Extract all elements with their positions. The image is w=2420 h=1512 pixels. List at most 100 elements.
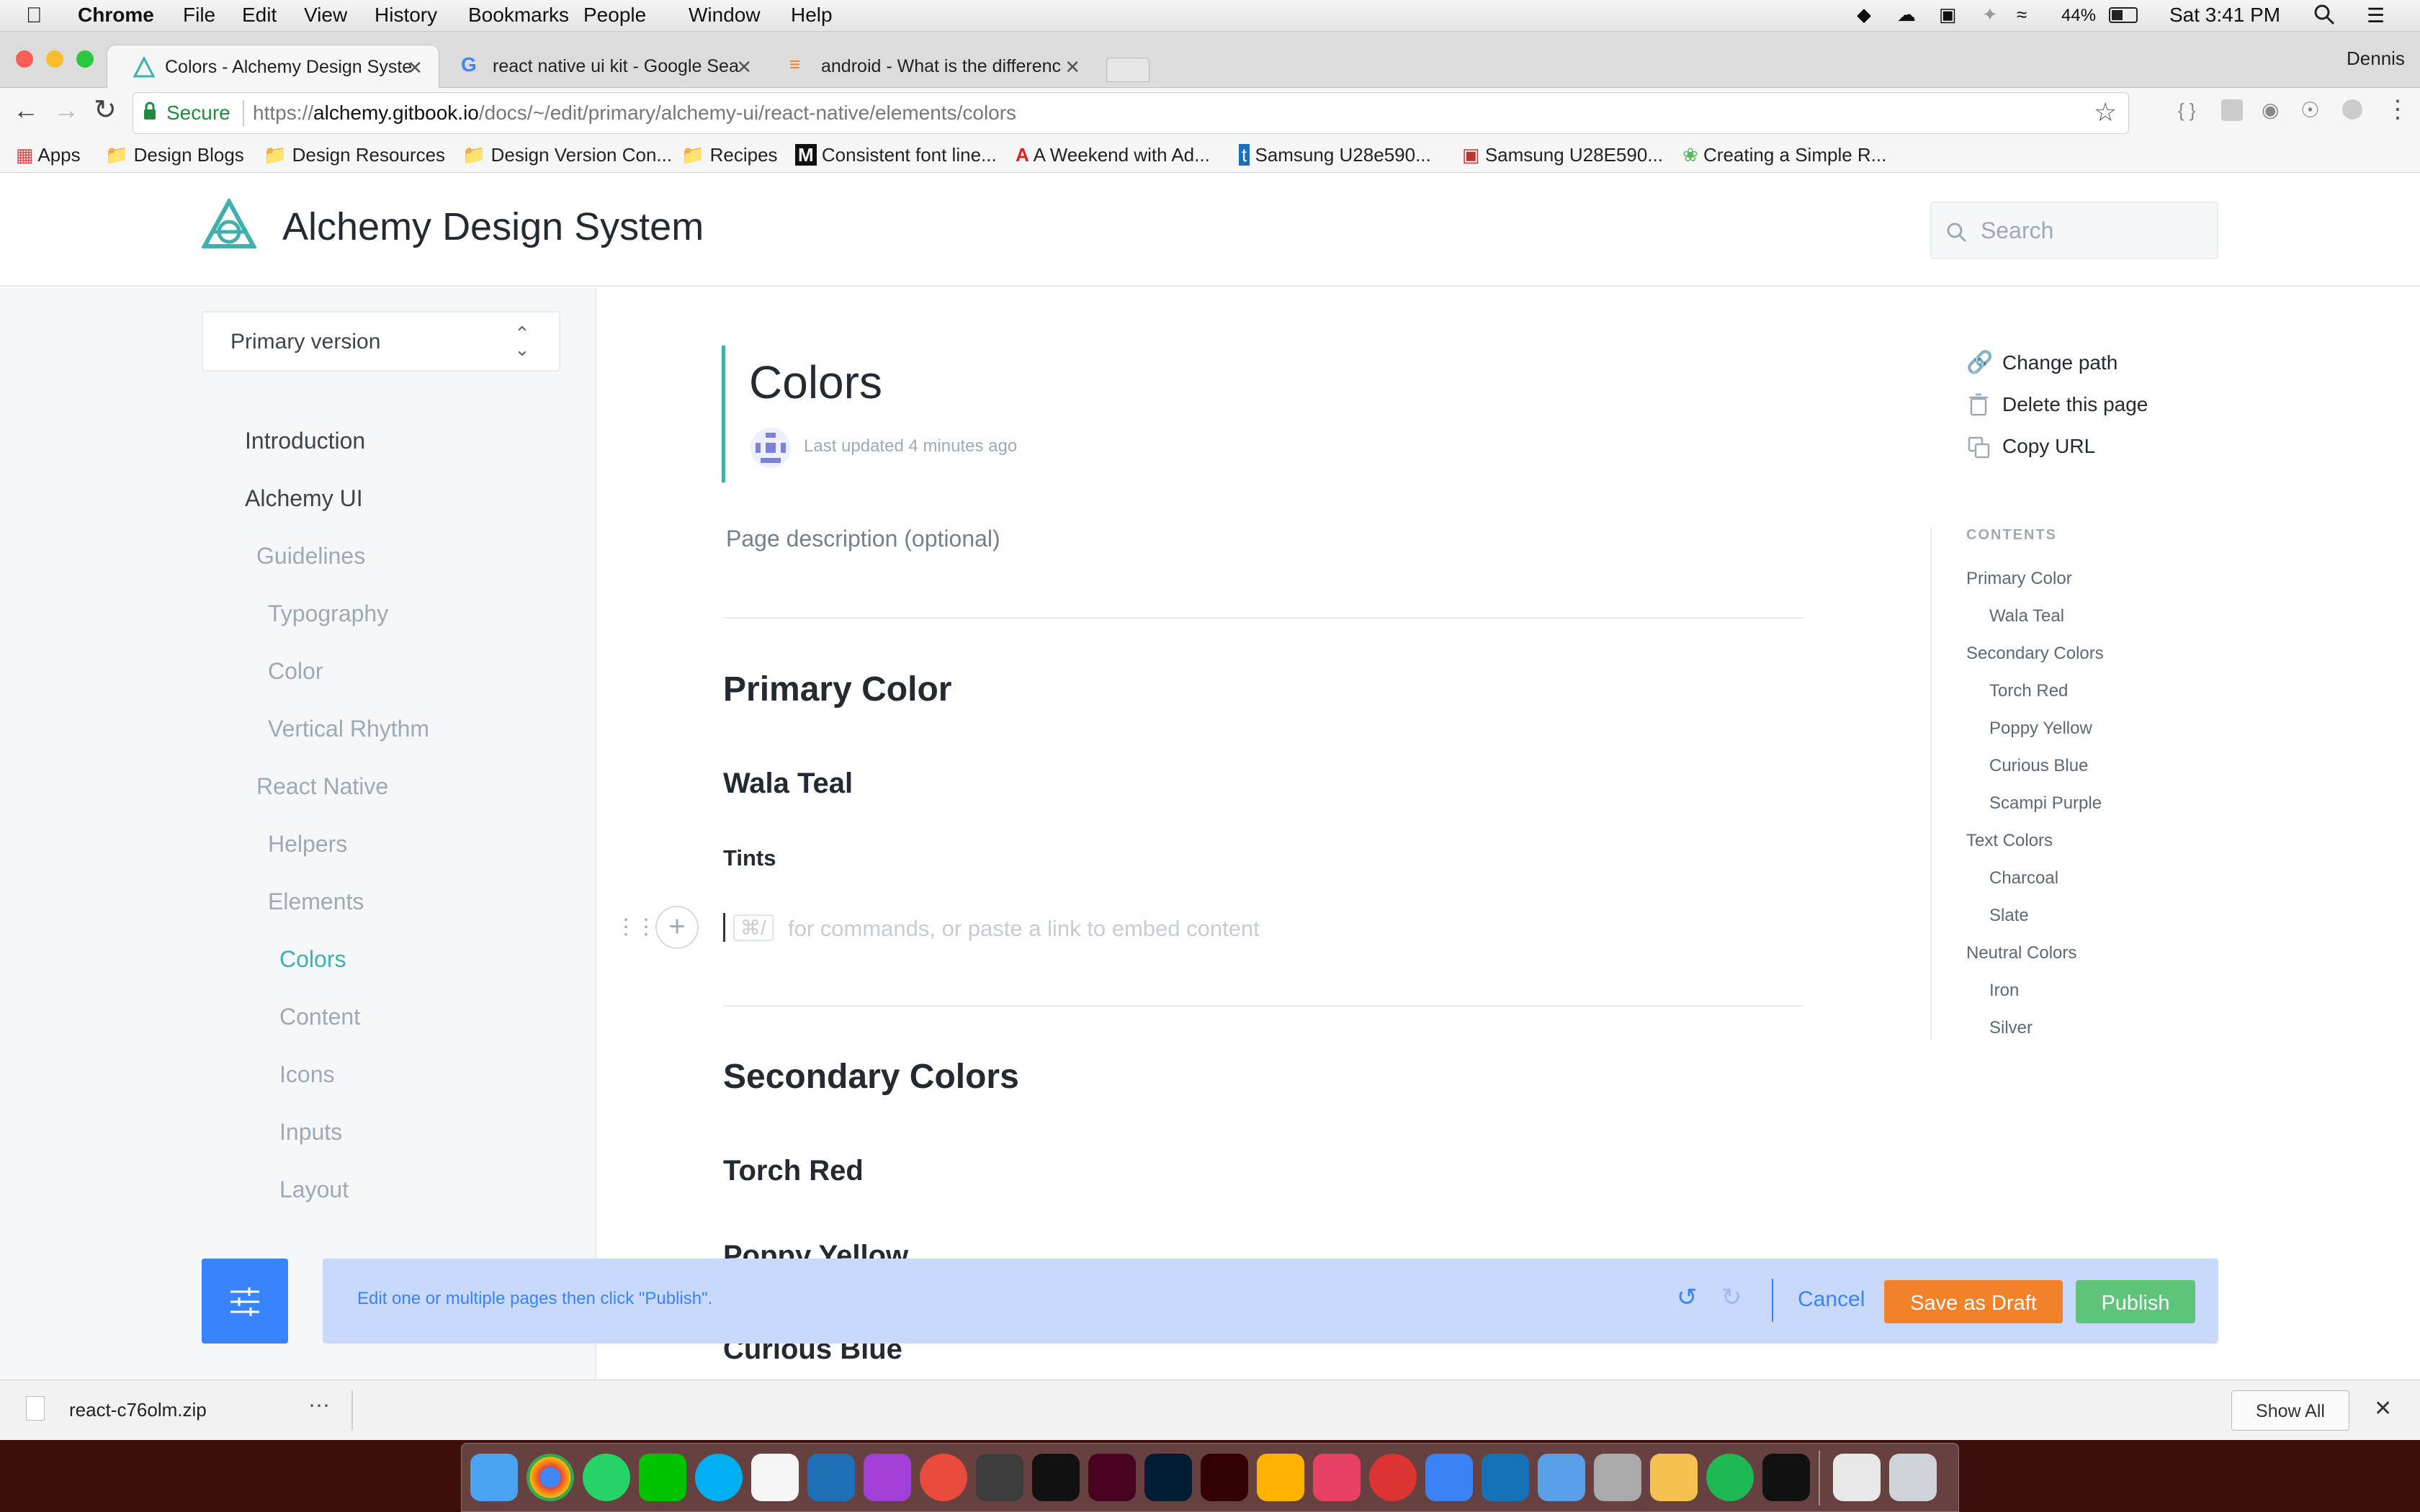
toc-charcoal[interactable]: Charcoal: [1989, 868, 2058, 888]
clock[interactable]: Sat 3:41 PM: [2169, 4, 2280, 27]
editor-settings-button[interactable]: [202, 1259, 288, 1344]
version-select[interactable]: Primary version ⌃ ⌄: [202, 311, 560, 372]
heading-primary-color[interactable]: Primary Color: [723, 670, 951, 709]
nav-colors[interactable]: Colors: [279, 946, 346, 973]
menu-app-name[interactable]: Chrome: [78, 4, 154, 27]
spotlight-icon[interactable]: [2313, 4, 2335, 30]
page-title[interactable]: Colors: [749, 356, 882, 409]
nav-introduction[interactable]: Introduction: [245, 428, 365, 454]
menu-people[interactable]: People: [583, 4, 646, 27]
profile-name[interactable]: Dennis: [2347, 48, 2405, 70]
page-description[interactable]: Page description (optional): [726, 526, 1000, 552]
bluetooth-icon[interactable]: ✦: [1982, 4, 1998, 26]
editor-empty-block[interactable]: ⌘/ for commands, or paste a link to embe…: [723, 909, 1803, 948]
photoshop-icon[interactable]: [1144, 1454, 1192, 1501]
zoom-window-button[interactable]: [76, 50, 94, 68]
insert-block-button[interactable]: +: [655, 906, 699, 949]
nav-content[interactable]: Content: [279, 1004, 360, 1030]
menu-help[interactable]: Help: [791, 4, 833, 27]
download-more-icon[interactable]: ⋯: [308, 1393, 330, 1418]
nav-react-native[interactable]: React Native: [256, 773, 388, 800]
slack-s-icon[interactable]: [1313, 1454, 1361, 1501]
nav-helpers[interactable]: Helpers: [268, 831, 347, 858]
menu-bookmarks[interactable]: Bookmarks: [468, 4, 569, 27]
phpstorm-icon[interactable]: [864, 1454, 911, 1501]
dropbox-icon[interactable]: ◆: [1857, 4, 1871, 26]
extension-icon[interactable]: [2221, 99, 2243, 121]
trash-icon[interactable]: [1889, 1454, 1937, 1501]
line-icon[interactable]: [639, 1454, 686, 1501]
extension-json-icon[interactable]: { }: [2178, 99, 2196, 122]
sublime-icon[interactable]: [976, 1454, 1023, 1501]
tab-stackoverflow[interactable]: ≡ android - What is the differenc ✕: [763, 45, 1096, 88]
nav-vertical-rhythm[interactable]: Vertical Rhythm: [268, 716, 429, 742]
calculator-icon[interactable]: [1594, 1454, 1641, 1501]
toc-neutral-colors[interactable]: Neutral Colors: [1966, 943, 2076, 963]
drag-handle-icon[interactable]: ⋮⋮: [615, 914, 657, 940]
downloads-stack-icon[interactable]: [1833, 1454, 1881, 1501]
redo-icon[interactable]: ↻: [1721, 1283, 1742, 1312]
bookmark-apps[interactable]: ▦ Apps: [16, 144, 81, 166]
show-all-button[interactable]: Show All: [2231, 1390, 2349, 1431]
menu-view[interactable]: View: [304, 4, 347, 27]
chrome-icon[interactable]: [526, 1454, 574, 1501]
undo-icon[interactable]: ↺: [1677, 1283, 1698, 1312]
cancel-button[interactable]: Cancel: [1798, 1287, 1865, 1312]
terminal-icon[interactable]: [1032, 1454, 1080, 1501]
heading-torch-red[interactable]: Torch Red: [723, 1155, 864, 1187]
chrome-menu-icon[interactable]: ⋮: [2385, 95, 2410, 124]
menu-window[interactable]: Window: [689, 4, 761, 27]
toc-silver[interactable]: Silver: [1989, 1018, 2033, 1038]
finder-icon[interactable]: [470, 1454, 518, 1501]
toc-curious-blue[interactable]: Curious Blue: [1989, 756, 2088, 776]
save-draft-button[interactable]: Save as Draft: [1884, 1280, 2063, 1323]
nav-icons[interactable]: Icons: [279, 1061, 334, 1088]
toc-torch-red[interactable]: Torch Red: [1989, 681, 2068, 701]
notification-center-icon[interactable]: ☰: [2367, 4, 2385, 27]
nav-typography[interactable]: Typography: [268, 600, 388, 627]
illustrator-icon[interactable]: [1201, 1454, 1248, 1501]
wifi-icon[interactable]: ≈: [2017, 4, 2027, 26]
bookmark-consistent-font[interactable]: M Consistent font line...: [795, 144, 997, 166]
back-icon[interactable]: ←: [13, 95, 39, 125]
delete-page-action[interactable]: Delete this page: [1963, 390, 2251, 419]
toc-wala-teal[interactable]: Wala Teal: [1989, 606, 2064, 626]
spotify-icon[interactable]: [1706, 1454, 1754, 1501]
airmail-icon[interactable]: [1425, 1454, 1473, 1501]
download-filename[interactable]: react-c76olm.zip: [69, 1399, 207, 1421]
whatsapp-icon[interactable]: [583, 1454, 630, 1501]
close-tab-icon[interactable]: ✕: [1065, 56, 1080, 78]
bookmark-folder-design-blogs[interactable]: 📁 Design Blogs: [105, 144, 244, 166]
cascade-icon[interactable]: [1482, 1454, 1529, 1501]
heading-poppy-yellow[interactable]: Poppy Yellow: [723, 1240, 908, 1259]
copy-url-action[interactable]: Copy URL: [1963, 432, 2251, 461]
address-bar[interactable]: Secure https://alchemy.gitbook.io/docs/~…: [133, 92, 2129, 134]
close-download-bar-icon[interactable]: ✕: [2374, 1396, 2392, 1421]
nav-elements[interactable]: Elements: [268, 888, 364, 915]
close-tab-icon[interactable]: ✕: [407, 57, 423, 79]
heading-tints[interactable]: Tints: [723, 845, 776, 871]
app-status-icon[interactable]: ▣: [1939, 4, 1957, 26]
skype-icon[interactable]: [695, 1454, 743, 1501]
paw-icon[interactable]: [920, 1454, 967, 1501]
app-icon[interactable]: [1369, 1454, 1417, 1501]
alchemy-logo-icon[interactable]: [202, 199, 256, 249]
nav-inputs[interactable]: Inputs: [279, 1119, 342, 1146]
close-tab-icon[interactable]: ✕: [736, 56, 752, 78]
toc-text-colors[interactable]: Text Colors: [1966, 831, 2053, 851]
menu-edit[interactable]: Edit: [242, 4, 277, 27]
menu-file[interactable]: File: [183, 4, 215, 27]
battery-icon[interactable]: [2109, 7, 2138, 23]
toc-poppy-yellow[interactable]: Poppy Yellow: [1989, 719, 2092, 739]
toc-secondary-colors[interactable]: Secondary Colors: [1966, 644, 2104, 664]
bookmark-folder-recipes[interactable]: 📁 Recipes: [681, 144, 778, 166]
nav-alchemy-ui[interactable]: Alchemy UI: [245, 485, 363, 512]
nav-guidelines[interactable]: Guidelines: [256, 543, 365, 570]
extension-ghost-icon[interactable]: [2342, 99, 2362, 120]
bookmark-folder-design-version[interactable]: 📁 Design Version Con...: [462, 144, 672, 166]
site-title[interactable]: Alchemy Design System: [282, 204, 704, 249]
webstorm-icon[interactable]: [807, 1454, 855, 1501]
cloud-icon[interactable]: ☁: [1897, 4, 1916, 26]
close-window-button[interactable]: [16, 50, 33, 68]
new-tab-button[interactable]: [1106, 58, 1150, 82]
